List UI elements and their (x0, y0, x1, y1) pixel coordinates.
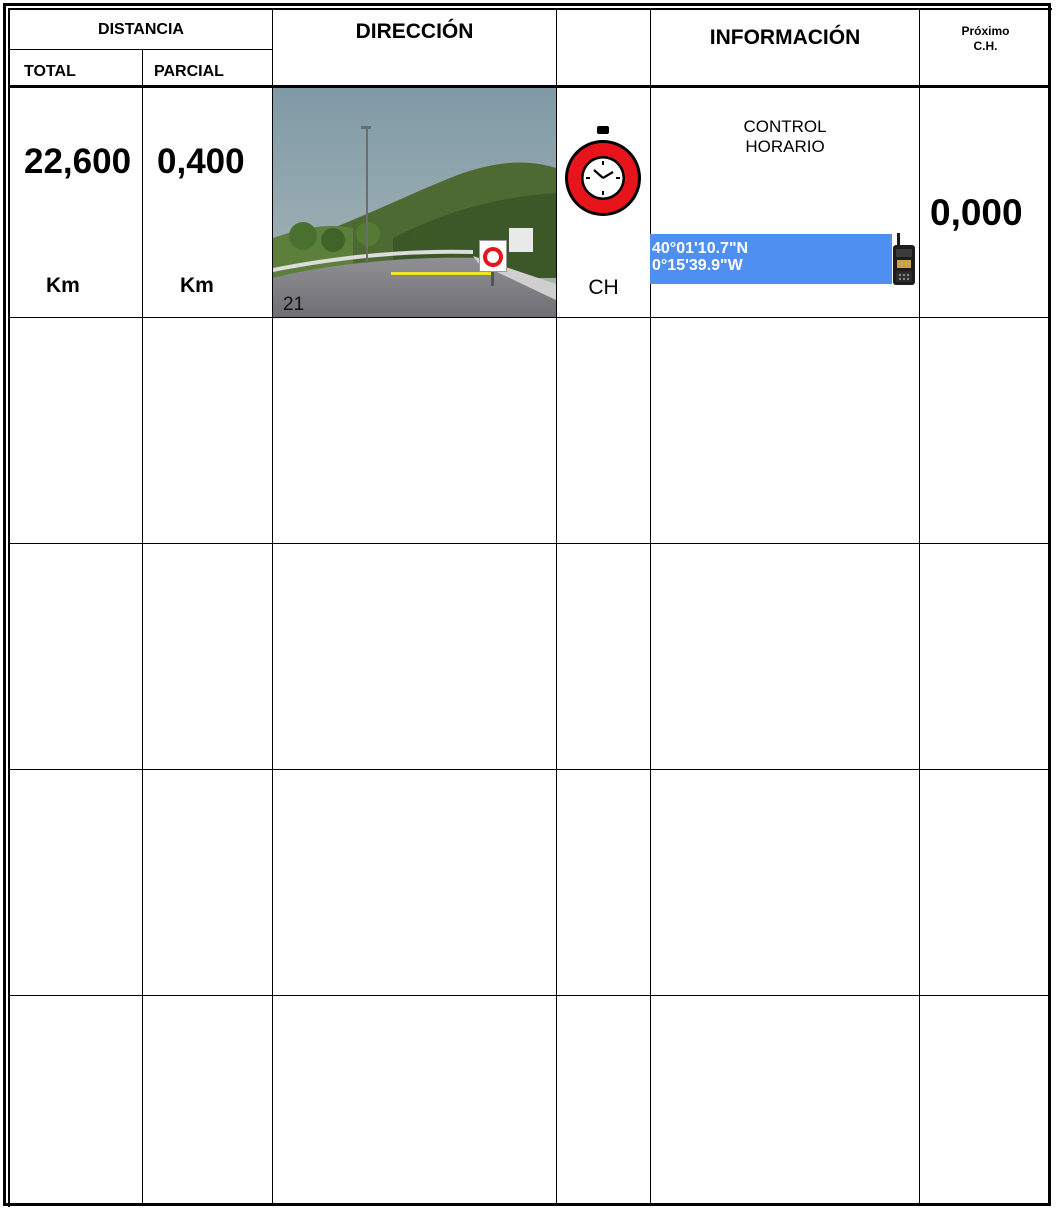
stopwatch-sign-icon (483, 247, 503, 267)
walkie-talkie-icon (891, 233, 917, 285)
total-distance: 22,600 (24, 142, 132, 181)
header-ch: C.H. (973, 39, 998, 53)
empty-row-4 (10, 770, 1051, 995)
header-direccion: DIRECCIÓN (355, 20, 474, 43)
header-total: TOTAL (24, 63, 76, 80)
total-unit: Km (46, 274, 80, 297)
gps-coordinates: 40°01'10.7"N 0°15'39.9"W (650, 234, 892, 284)
info-line-1: CONTROL (743, 117, 827, 136)
info-text: CONTROL HORARIO (651, 117, 919, 157)
stopwatch-icon (565, 126, 641, 224)
coord-lon: 0°15'39.9"W (652, 257, 743, 274)
empty-row-2 (10, 318, 1051, 543)
photo-number: 21 (283, 294, 305, 315)
direction-arrow (391, 272, 491, 275)
header-informacion: INFORMACIÓN (709, 26, 861, 49)
header-parcial: PARCIAL (154, 63, 224, 80)
next-ch-distance: 0,000 (930, 192, 1023, 233)
grid-line (142, 50, 143, 86)
grid-line (10, 49, 272, 50)
coord-lat: 40°01'10.7"N (652, 240, 749, 257)
empty-row-5 (10, 996, 1051, 1204)
symbol-label: CH (588, 276, 619, 299)
partial-unit: Km (180, 274, 214, 297)
road-photo-image (273, 88, 556, 317)
header-distancia: DISTANCIA (98, 21, 184, 38)
empty-row-3 (10, 544, 1051, 769)
direction-photo: 21 (273, 88, 556, 317)
photo-sign (479, 240, 507, 272)
info-line-2: HORARIO (745, 137, 825, 156)
partial-distance: 0,400 (157, 142, 245, 181)
header-proximo: Próximo (961, 24, 1010, 38)
